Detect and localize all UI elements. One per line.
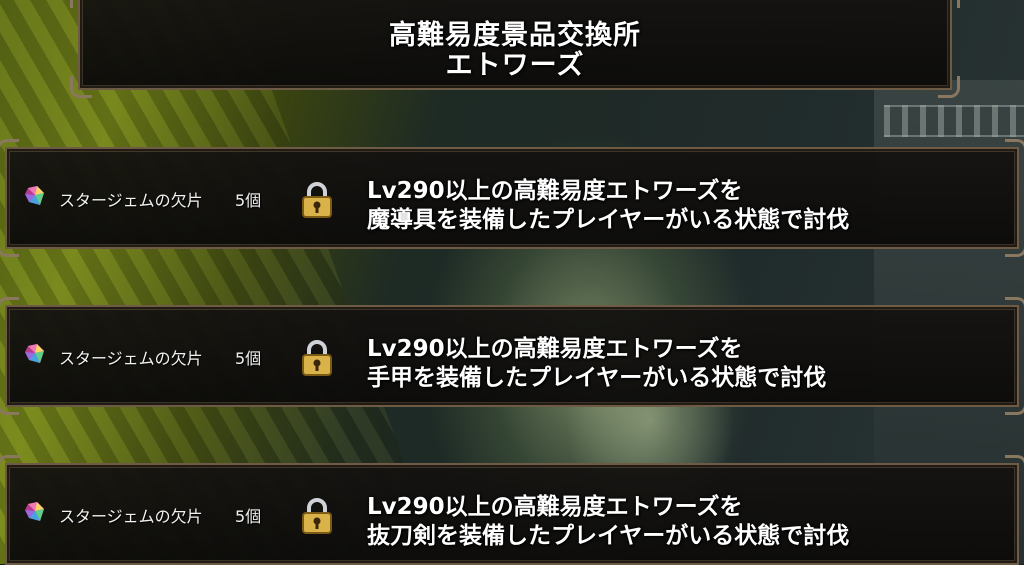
frame-corner — [0, 139, 19, 161]
frame-corner — [0, 393, 19, 415]
lock-icon — [302, 182, 332, 218]
background-meander-frieze — [884, 105, 1024, 137]
condition-line-2: 手甲を装備したプレイヤーがいる状態で討伐 — [367, 365, 827, 391]
condition-line-2: 抜刀剣を装備したプレイヤーがいる状態で討伐 — [367, 523, 850, 549]
star-gem-fragment-icon — [25, 186, 44, 205]
reward-name: スタージェムの欠片 — [59, 507, 203, 526]
frame-corner — [1005, 139, 1024, 161]
reward-name: スタージェムの欠片 — [59, 191, 203, 210]
reward-row-3[interactable]: スタージェムの欠片 5個 Lv290以上の高難易度エトワーズを 抜刀剣を装備した… — [0, 455, 1024, 565]
reward-quantity: 5個 — [235, 349, 262, 368]
frame-corner — [1005, 297, 1024, 319]
reward-quantity: 5個 — [235, 191, 262, 210]
lock-icon — [302, 498, 332, 534]
frame-corner — [0, 455, 19, 477]
reward-row-2[interactable]: スタージェムの欠片 5個 Lv290以上の高難易度エトワーズを 手甲を装備したプ… — [0, 297, 1024, 415]
frame-corner — [1005, 455, 1024, 477]
frame-corner — [1005, 393, 1024, 415]
frame-corner — [70, 0, 92, 8]
reward-quantity: 5個 — [235, 507, 262, 526]
condition-line-2: 魔導具を装備したプレイヤーがいる状態で討伐 — [367, 207, 850, 233]
lock-icon — [302, 340, 332, 376]
star-gem-fragment-icon — [25, 344, 44, 363]
page-subtitle: エトワーズ — [445, 50, 585, 81]
frame-corner — [0, 297, 19, 319]
frame-corner — [0, 235, 19, 257]
reward-row-1[interactable]: スタージェムの欠片 5個 Lv290以上の高難易度エトワーズを 魔導具を装備した… — [0, 139, 1024, 257]
frame-corner — [1005, 235, 1024, 257]
star-gem-fragment-icon — [25, 502, 44, 521]
reward-name: スタージェムの欠片 — [59, 349, 203, 368]
frame-corner — [938, 0, 960, 8]
title-banner: 高難易度景品交換所 エトワーズ — [70, 0, 960, 98]
